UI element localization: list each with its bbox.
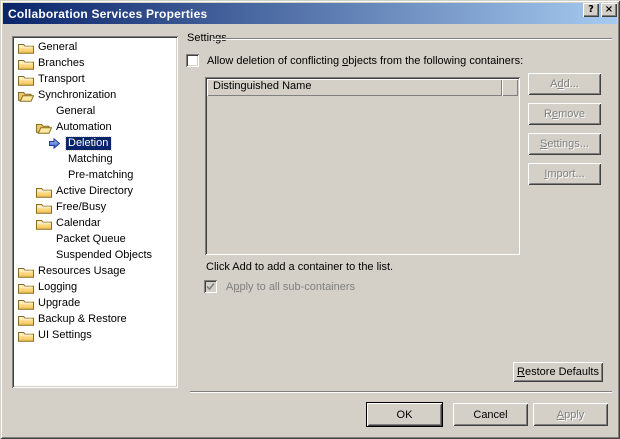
- folder-open-icon: [18, 88, 36, 102]
- tree-view[interactable]: General Branches Transport Synchronizati…: [12, 36, 178, 388]
- tree-item-general[interactable]: General: [14, 103, 178, 119]
- folder-closed-icon: [36, 184, 54, 198]
- apply-subcontainers-checkbox[interactable]: [204, 280, 217, 293]
- tree-item-pre-matching[interactable]: Pre-matching: [14, 167, 178, 183]
- properties-dialog: Collaboration Services Properties ? × Ge…: [0, 0, 620, 439]
- tree-item-deletion[interactable]: Deletion: [14, 135, 178, 151]
- column-header-stub[interactable]: [502, 79, 518, 96]
- close-button[interactable]: ×: [601, 3, 617, 17]
- apply-subcontainers-label[interactable]: Apply to all sub-containers: [226, 281, 355, 293]
- folder-closed-icon: [18, 72, 36, 86]
- tree-item-label: Upgrade: [36, 297, 83, 310]
- tree-item-spacer: [36, 248, 54, 262]
- tree-item-matching[interactable]: Matching: [14, 151, 178, 167]
- folder-closed-icon: [18, 328, 36, 342]
- ok-button[interactable]: OK: [367, 403, 442, 426]
- tree-item-label: Deletion: [66, 137, 111, 150]
- folder-closed-icon: [36, 216, 54, 230]
- settings-button[interactable]: Settings...: [528, 133, 601, 155]
- cancel-button[interactable]: Cancel: [453, 403, 528, 426]
- tree-item-backup-restore[interactable]: Backup & Restore: [14, 311, 178, 327]
- tree-item-packet-queue[interactable]: Packet Queue: [14, 231, 178, 247]
- help-button[interactable]: ?: [583, 3, 599, 17]
- tree-item-label: Pre-matching: [66, 169, 136, 182]
- tree-item-spacer: [48, 168, 66, 182]
- tree-item-branches[interactable]: Branches: [14, 55, 178, 71]
- tree-item-label: Transport: [36, 73, 88, 86]
- arrow-right-icon: [48, 136, 66, 150]
- folder-closed-icon: [18, 296, 36, 310]
- tree-item-logging[interactable]: Logging: [14, 279, 178, 295]
- tree-item-label: General: [54, 105, 98, 118]
- tree-item-label: Suspended Objects: [54, 249, 155, 262]
- tree-item-label: Packet Queue: [54, 233, 129, 246]
- tree-item-ui-settings[interactable]: UI Settings: [14, 327, 178, 343]
- allow-deletion-label[interactable]: Allow deletion of conflicting objects fr…: [207, 55, 523, 67]
- tree-item-label: Logging: [36, 281, 80, 294]
- folder-closed-icon: [18, 280, 36, 294]
- remove-button[interactable]: Remove: [528, 103, 601, 125]
- tree-item-label: Free/Busy: [54, 201, 109, 214]
- tree-item-label: Calendar: [54, 217, 104, 230]
- tree-item-general[interactable]: General: [14, 39, 178, 55]
- tree-item-label: Backup & Restore: [36, 313, 130, 326]
- tree-item-free-busy[interactable]: Free/Busy: [14, 199, 178, 215]
- footer-separator: [190, 391, 612, 393]
- tree-item-suspended-objects[interactable]: Suspended Objects: [14, 247, 178, 263]
- tree-item-resources-usage[interactable]: Resources Usage: [14, 263, 178, 279]
- tree-item-label: General: [36, 41, 80, 54]
- tree-item-label: Resources Usage: [36, 265, 128, 278]
- tree-item-active-directory[interactable]: Active Directory: [14, 183, 178, 199]
- tree-item-synchronization[interactable]: Synchronization: [14, 87, 178, 103]
- import-button[interactable]: Import...: [528, 163, 601, 185]
- title-bar[interactable]: Collaboration Services Properties: [3, 3, 617, 24]
- tree-item-automation[interactable]: Automation: [14, 119, 178, 135]
- tree-item-upgrade[interactable]: Upgrade: [14, 295, 178, 311]
- tree-item-spacer: [48, 152, 66, 166]
- tree-item-spacer: [36, 232, 54, 246]
- folder-closed-icon: [18, 56, 36, 70]
- tree-item-label: Automation: [54, 121, 115, 134]
- folder-closed-icon: [18, 264, 36, 278]
- folder-open-icon: [36, 120, 54, 134]
- tree-item-label: Synchronization: [36, 89, 119, 102]
- tree-item-label: Active Directory: [54, 185, 136, 198]
- restore-defaults-button[interactable]: Restore Defaults: [513, 362, 603, 382]
- container-list: Distinguished Name: [205, 77, 520, 255]
- folder-closed-icon: [18, 312, 36, 326]
- folder-closed-icon: [36, 200, 54, 214]
- apply-button[interactable]: Apply: [533, 403, 608, 426]
- settings-group-line: [213, 38, 612, 40]
- column-header-distinguished-name[interactable]: Distinguished Name: [207, 79, 502, 96]
- folder-closed-icon: [18, 40, 36, 54]
- window-title: Collaboration Services Properties: [8, 7, 207, 21]
- tree-item-transport[interactable]: Transport: [14, 71, 178, 87]
- add-button[interactable]: Add...: [528, 73, 601, 95]
- tree-item-spacer: [36, 104, 54, 118]
- tree-item-label: UI Settings: [36, 329, 95, 342]
- check-icon: [206, 282, 215, 291]
- tree-item-calendar[interactable]: Calendar: [14, 215, 178, 231]
- container-list-header: Distinguished Name: [207, 79, 518, 96]
- hint-text: Click Add to add a container to the list…: [206, 261, 393, 273]
- tree-item-label: Branches: [36, 57, 87, 70]
- tree-item-label: Matching: [66, 153, 116, 166]
- allow-deletion-checkbox[interactable]: [186, 54, 199, 67]
